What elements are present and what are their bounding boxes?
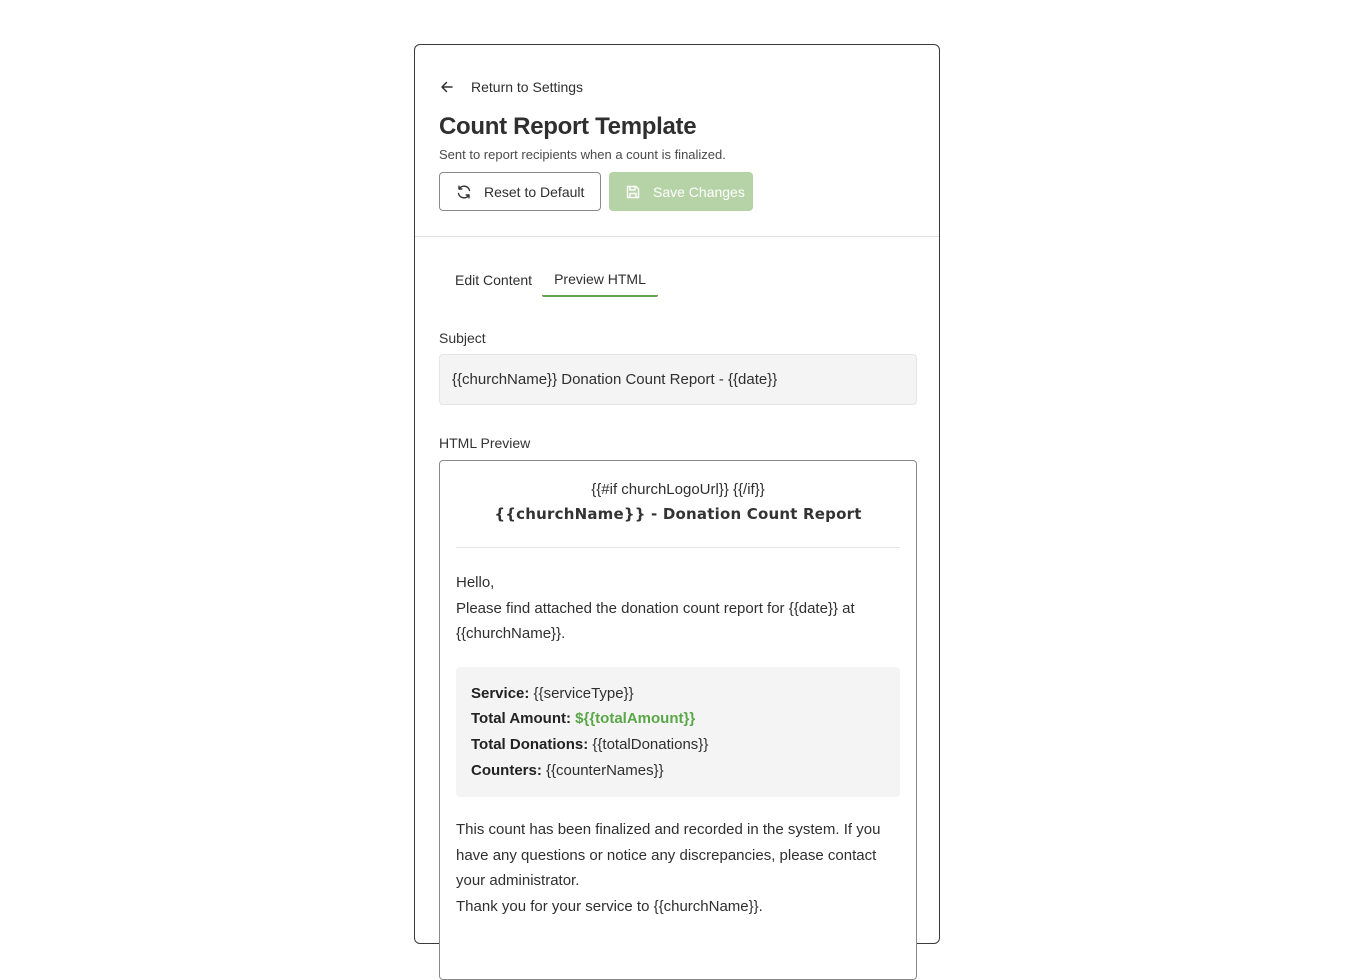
preview-heading: {{churchName}} - Donation Count Report <box>494 505 862 523</box>
detail-total-donations-label: Total Donations: <box>471 735 589 753</box>
refresh-icon <box>456 184 472 200</box>
html-preview-label: HTML Preview <box>439 435 531 451</box>
preview-greeting: Hello, <box>456 574 495 591</box>
detail-total-amount: Total Amount: ${{totalAmount}} <box>471 706 885 732</box>
tab-preview-html[interactable]: Preview HTML <box>542 267 658 297</box>
subject-label: Subject <box>439 330 486 346</box>
reset-to-default-label: Reset to Default <box>484 183 585 200</box>
editor-header: Return to Settings Count Report Template… <box>415 45 939 237</box>
detail-counters-value: {{counterNames}} <box>546 761 664 779</box>
preview-header: {{#if churchLogoUrl}} {{/if}} {{churchNa… <box>456 461 900 548</box>
subject-field[interactable]: {{churchName}} Donation Count Report - {… <box>439 354 917 405</box>
save-icon <box>625 184 641 200</box>
detail-total-amount-value: ${{totalAmount}} <box>575 710 696 728</box>
preview-logo-conditional: {{#if churchLogoUrl}} {{/if}} <box>591 481 765 498</box>
page-title: Count Report Template <box>439 113 697 140</box>
detail-total-donations-value: {{totalDonations}} <box>592 735 709 753</box>
template-editor-card: Return to Settings Count Report Template… <box>414 44 940 980</box>
detail-counters-label: Counters: <box>471 761 542 779</box>
preview-body: Hello, Please find attached the donation… <box>440 570 916 919</box>
save-changes-button[interactable]: Save Changes <box>609 172 753 211</box>
detail-total-amount-label: Total Amount: <box>471 710 571 728</box>
detail-service: Service: {{serviceType}} <box>471 681 885 707</box>
reset-to-default-button[interactable]: Reset to Default <box>439 172 601 211</box>
arrow-left-icon <box>439 79 455 95</box>
detail-counters: Counters: {{counterNames}} <box>471 758 885 784</box>
preview-closing: This count has been finalized and record… <box>456 821 881 890</box>
preview-details-box: Service: {{serviceType}} Total Amount: $… <box>456 666 900 798</box>
return-to-settings-label: Return to Settings <box>471 79 584 95</box>
return-to-settings-link[interactable]: Return to Settings <box>439 79 583 95</box>
save-changes-label: Save Changes <box>653 183 745 200</box>
detail-service-label: Service: <box>471 684 530 702</box>
page-subtitle: Sent to report recipients when a count i… <box>439 147 726 162</box>
view-tabs: Edit Content Preview HTML <box>445 267 658 297</box>
preview-thanks: Thank you for your service to {{churchNa… <box>456 897 763 915</box>
detail-service-value: {{serviceType}} <box>533 684 634 702</box>
preview-intro: Please find attached the donation count … <box>456 599 855 643</box>
html-preview-pane: {{#if churchLogoUrl}} {{/if}} {{churchNa… <box>439 460 917 980</box>
detail-total-donations: Total Donations: {{totalDonations}} <box>471 732 885 758</box>
tab-edit-content[interactable]: Edit Content <box>445 267 542 297</box>
